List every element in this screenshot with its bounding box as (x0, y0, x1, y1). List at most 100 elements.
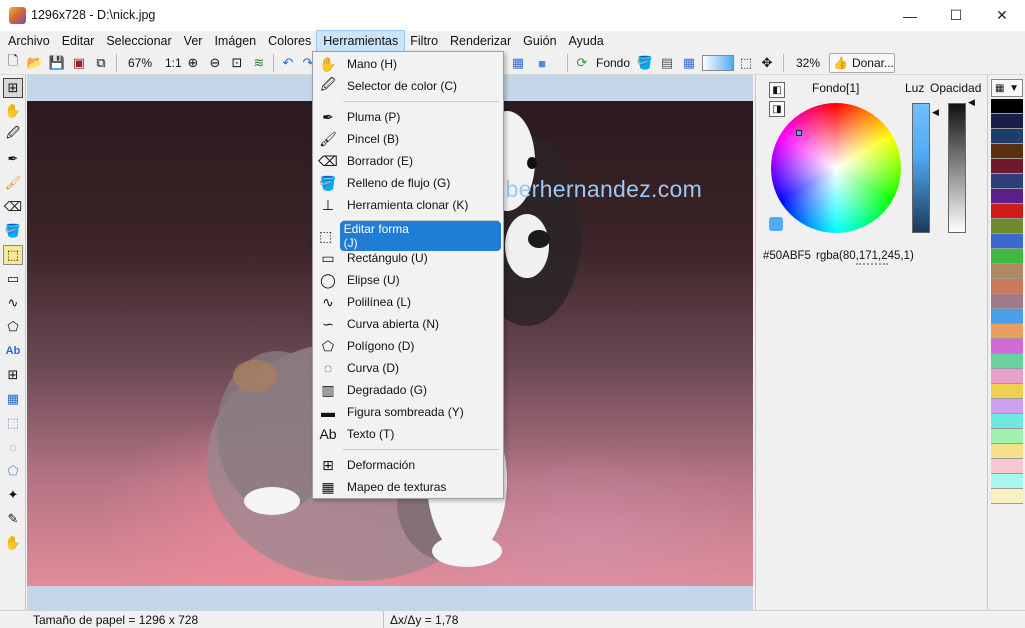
pattern-icon[interactable]: ▦ (680, 54, 698, 72)
eyedropper-tool-icon[interactable]: 🖉 (3, 125, 23, 145)
maximize-button[interactable]: ☐ (933, 0, 979, 31)
opacity-slider-arrow-icon[interactable]: ◀ (968, 97, 975, 108)
brush-tool-icon[interactable]: 🖌 (3, 173, 23, 193)
menu-item-pen[interactable]: ✒ Pluma (P) (315, 107, 501, 127)
color-swatch[interactable] (991, 144, 1023, 159)
rectangle-tool-icon[interactable]: ▭ (3, 269, 23, 289)
menu-editar[interactable]: Editar (56, 31, 101, 51)
swatch-menu-button[interactable]: ▦ ▼ (991, 79, 1023, 97)
menu-filtro[interactable]: Filtro (404, 31, 444, 51)
menu-herramientas[interactable]: Herramientas (316, 30, 406, 52)
color-swatch[interactable] (991, 279, 1023, 294)
menu-imagen[interactable]: Imágen (208, 31, 262, 51)
color-swatch[interactable] (991, 459, 1023, 474)
menu-item-curve[interactable]: ◌ Curva (D) (315, 358, 501, 378)
color-swatch[interactable] (991, 294, 1023, 309)
polygon-tool-icon[interactable]: ⬠ (3, 317, 23, 337)
undo-icon[interactable]: ↶ (279, 54, 297, 72)
menu-item-bucket[interactable]: 🪣 Relleno de flujo (G) (315, 173, 501, 193)
menu-item-rectangle[interactable]: ▭ Rectángulo (U) (315, 248, 501, 268)
close-button[interactable]: ✕ (979, 0, 1025, 31)
fill-square-icon[interactable]: ■ (533, 54, 551, 72)
menu-ver[interactable]: Ver (178, 31, 209, 51)
current-color-swatch[interactable] (769, 217, 783, 231)
color-swatch[interactable] (991, 249, 1023, 264)
grid-tool-icon[interactable]: ⊞ (3, 78, 23, 98)
zoom-one-to-one-button[interactable]: 1:1 (165, 56, 182, 70)
panel-resize-handle[interactable] (856, 263, 888, 266)
color-wheel-marker[interactable] (796, 130, 802, 136)
pen-tool-icon[interactable]: ✒ (3, 149, 23, 169)
menu-item-open-curve[interactable]: ∽ Curva abierta (N) (315, 314, 501, 334)
copy-icon[interactable]: ⧉ (92, 54, 110, 72)
move-icon[interactable]: ✥ (758, 54, 776, 72)
menu-renderizar[interactable]: Renderizar (444, 31, 517, 51)
color-swatch[interactable] (991, 369, 1023, 384)
menu-item-ellipse[interactable]: ◯ Elipse (U) (315, 270, 501, 290)
select-hand-tool-icon[interactable]: ✋ (3, 533, 23, 553)
gradient-preview-icon[interactable] (702, 55, 734, 71)
color-swatch[interactable] (991, 234, 1023, 249)
color-swatch[interactable] (991, 204, 1023, 219)
menu-item-polyline[interactable]: ∿ Polilínea (L) (315, 292, 501, 312)
menu-item-hand[interactable]: ✋ Mano (H) (315, 54, 501, 74)
transparency-grid-icon[interactable]: ▦ (509, 54, 527, 72)
zoom-out-icon[interactable]: ⊖ (206, 54, 224, 72)
color-swatch[interactable] (991, 444, 1023, 459)
menu-item-brush[interactable]: 🖌 Pincel (B) (315, 129, 501, 149)
right-zoom-value[interactable]: 32% (796, 56, 820, 70)
menu-item-texture-map[interactable]: ▦ Mapeo de texturas (315, 477, 501, 497)
paint-bucket-icon[interactable]: 🪣 (636, 54, 654, 72)
menu-ayuda[interactable]: Ayuda (563, 31, 610, 51)
deform-tool-icon[interactable]: ⊞ (3, 365, 23, 385)
select-rect-tool-icon[interactable]: ⬚ (3, 413, 23, 433)
hand-tool-icon[interactable]: ✋ (3, 101, 23, 121)
color-swatch[interactable] (991, 414, 1023, 429)
color-swatch[interactable] (991, 324, 1023, 339)
menu-item-shaded-shape[interactable]: ▬ Figura sombreada (Y) (315, 402, 501, 422)
polyline-tool-icon[interactable]: ∿ (3, 293, 23, 313)
swap-colors-icon[interactable]: ⟳ (573, 54, 591, 72)
color-swatch[interactable] (991, 159, 1023, 174)
open-folder-icon[interactable]: 📂 (26, 54, 44, 72)
save-icon[interactable]: 💾 (48, 54, 66, 72)
edit-shape-tool-icon[interactable]: ⬚ (3, 245, 23, 265)
select-ellipse-tool-icon[interactable]: ◌ (3, 437, 23, 457)
layers-icon[interactable]: ≋ (250, 54, 268, 72)
color-swatch[interactable] (991, 189, 1023, 204)
menu-seleccionar[interactable]: Seleccionar (100, 31, 177, 51)
select-poly-tool-icon[interactable]: ⬠ (3, 461, 23, 481)
select-brush-tool-icon[interactable]: ✎ (3, 509, 23, 529)
save-as-icon[interactable]: ▣ (70, 54, 88, 72)
color-swatch[interactable] (991, 219, 1023, 234)
bucket-tool-icon[interactable]: 🪣 (3, 221, 23, 241)
menu-item-text[interactable]: Ab Texto (T) (315, 424, 501, 444)
color-swatch[interactable] (991, 489, 1023, 504)
menu-item-eyedropper[interactable]: 🖉 Selector de color (C) (315, 76, 501, 96)
color-wheel[interactable] (771, 103, 901, 233)
fill-mode-icon[interactable]: ▤ (658, 54, 676, 72)
color-swatch[interactable] (991, 429, 1023, 444)
rgba-value[interactable]: rgba(80,171,245,1) (816, 250, 914, 262)
luz-slider[interactable] (912, 103, 930, 233)
zoom-fit-icon[interactable]: ⊡ (228, 54, 246, 72)
color-swatch[interactable] (991, 339, 1023, 354)
menu-archivo[interactable]: Archivo (2, 31, 56, 51)
eraser-tool-icon[interactable]: ⌫ (3, 197, 23, 217)
color-swatch[interactable] (991, 384, 1023, 399)
new-file-icon[interactable]: 🗋 (4, 53, 22, 72)
zoom-in-icon[interactable]: ⊕ (184, 54, 202, 72)
menu-colores[interactable]: Colores (262, 31, 317, 51)
minimize-button[interactable]: — (887, 0, 933, 31)
color-swatch[interactable] (991, 354, 1023, 369)
color-swatch[interactable] (991, 474, 1023, 489)
luz-slider-arrow-icon[interactable]: ◀ (932, 107, 939, 118)
magic-wand-tool-icon[interactable]: ✦ (3, 485, 23, 505)
color-swatch[interactable] (991, 129, 1023, 144)
color-swatch[interactable] (991, 99, 1023, 114)
text-tool-icon[interactable]: Ab (3, 341, 23, 361)
palette-alt-icon[interactable]: ◨ (769, 101, 785, 117)
menu-item-edit-shape[interactable]: ⬚ Editar forma (J) (315, 221, 501, 251)
menu-guion[interactable]: Guión (517, 31, 562, 51)
color-swatch[interactable] (991, 264, 1023, 279)
